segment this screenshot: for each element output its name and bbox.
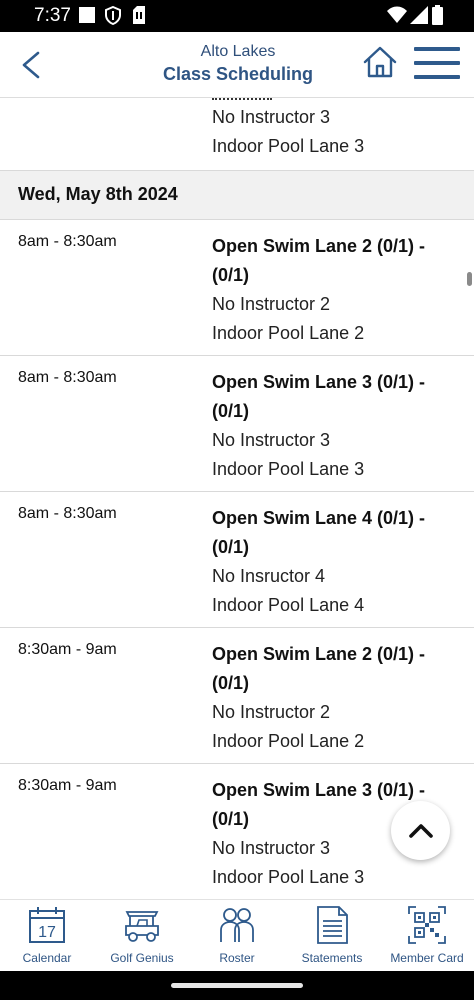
class-location: Indoor Pool Lane 2	[212, 323, 365, 343]
status-bar: 7:37	[0, 0, 474, 32]
class-time: 8am - 8:30am	[18, 369, 117, 386]
class-instructor: No Instructor 2	[212, 294, 331, 314]
home-icon[interactable]	[362, 45, 398, 79]
class-row[interactable]: 8am - 8:30am Open Swim Lane 4 (0/1) - (0…	[0, 492, 474, 628]
class-instructor: No Instructor 3	[212, 430, 331, 450]
page-title: Class Scheduling	[162, 64, 314, 84]
nav-roster[interactable]: Roster	[190, 900, 284, 972]
class-name: Open Swim Lane 2 (0/1) - (0/1)	[212, 236, 426, 285]
bottom-nav: 17 Calendar Golf Genius Roster Statement…	[0, 899, 474, 971]
scroll-to-top-button[interactable]	[391, 801, 450, 860]
signal-icon	[410, 6, 428, 24]
nav-label: Statements	[301, 951, 363, 965]
wifi-icon	[387, 6, 407, 23]
class-name: Open Swim Lane 4 (0/1) - (0/1)	[212, 508, 426, 557]
class-instructor: No Insructor 4	[212, 566, 326, 586]
sim-card-icon	[133, 6, 145, 24]
class-time: 8:30am - 9am	[18, 777, 117, 794]
class-list[interactable]: No Instructor 3 Indoor Pool Lane 3 Wed, …	[0, 98, 474, 899]
calendar-day: 17	[38, 924, 56, 941]
people-icon	[220, 908, 254, 942]
battery-icon	[432, 5, 443, 25]
date-header-text: Wed, May 8th 2024	[18, 184, 178, 204]
nav-label: Golf Genius	[110, 951, 174, 965]
class-instructor: No Instructor 3	[212, 838, 331, 858]
class-time: 8am - 8:30am	[18, 233, 117, 250]
home-gesture-handle[interactable]	[171, 983, 303, 988]
nav-label: Calendar	[22, 951, 72, 965]
nav-label: Member Card	[390, 951, 464, 965]
class-row[interactable]: 8am - 8:30am Open Swim Lane 3 (0/1) - (0…	[0, 356, 474, 492]
class-time: 8am - 8:30am	[18, 505, 117, 522]
hamburger-menu-icon[interactable]	[414, 47, 462, 81]
app-header: Alto Lakes Class Scheduling	[0, 32, 474, 98]
class-location: Indoor Pool Lane 2	[212, 731, 365, 751]
date-section-header: Wed, May 8th 2024	[0, 171, 474, 220]
golf-cart-icon	[125, 911, 159, 942]
document-icon	[317, 906, 348, 944]
class-name: Open Swim Lane 3 (0/1) - (0/1)	[212, 372, 426, 421]
class-time: 8:30am - 9am	[18, 641, 117, 658]
list-item[interactable]: No Instructor 3 Indoor Pool Lane 3	[0, 98, 474, 171]
nav-statements[interactable]: Statements	[285, 900, 379, 972]
class-row[interactable]: 8:30am - 9am Open Swim Lane 2 (0/1) - (0…	[0, 628, 474, 764]
class-location: Indoor Pool Lane 3	[212, 459, 365, 479]
nav-calendar[interactable]: 17 Calendar	[0, 900, 94, 972]
class-location: Indoor Pool Lane 4	[212, 595, 365, 615]
calendar-icon: 17	[29, 907, 65, 943]
nav-member-card[interactable]: Member Card	[380, 900, 474, 972]
class-location: Indoor Pool Lane 3	[212, 136, 365, 156]
shield-icon	[105, 6, 121, 25]
nav-label: Roster	[219, 951, 255, 965]
status-time: 7:37	[34, 5, 71, 26]
class-instructor: No Instructor 3	[212, 107, 331, 127]
qr-code-icon	[408, 906, 446, 944]
scrollbar-thumb[interactable]	[467, 272, 472, 286]
notification-icon	[79, 7, 95, 23]
class-name: Open Swim Lane 2 (0/1) - (0/1)	[212, 644, 426, 693]
club-name: Alto Lakes	[200, 43, 276, 60]
chevron-up-icon	[409, 824, 433, 838]
class-instructor: No Instructor 2	[212, 702, 331, 722]
gesture-bar	[0, 971, 474, 1000]
class-location: Indoor Pool Lane 3	[212, 867, 365, 887]
class-row[interactable]: 8am - 8:30am Open Swim Lane 2 (0/1) - (0…	[0, 220, 474, 356]
nav-golf-genius[interactable]: Golf Genius	[95, 900, 189, 972]
